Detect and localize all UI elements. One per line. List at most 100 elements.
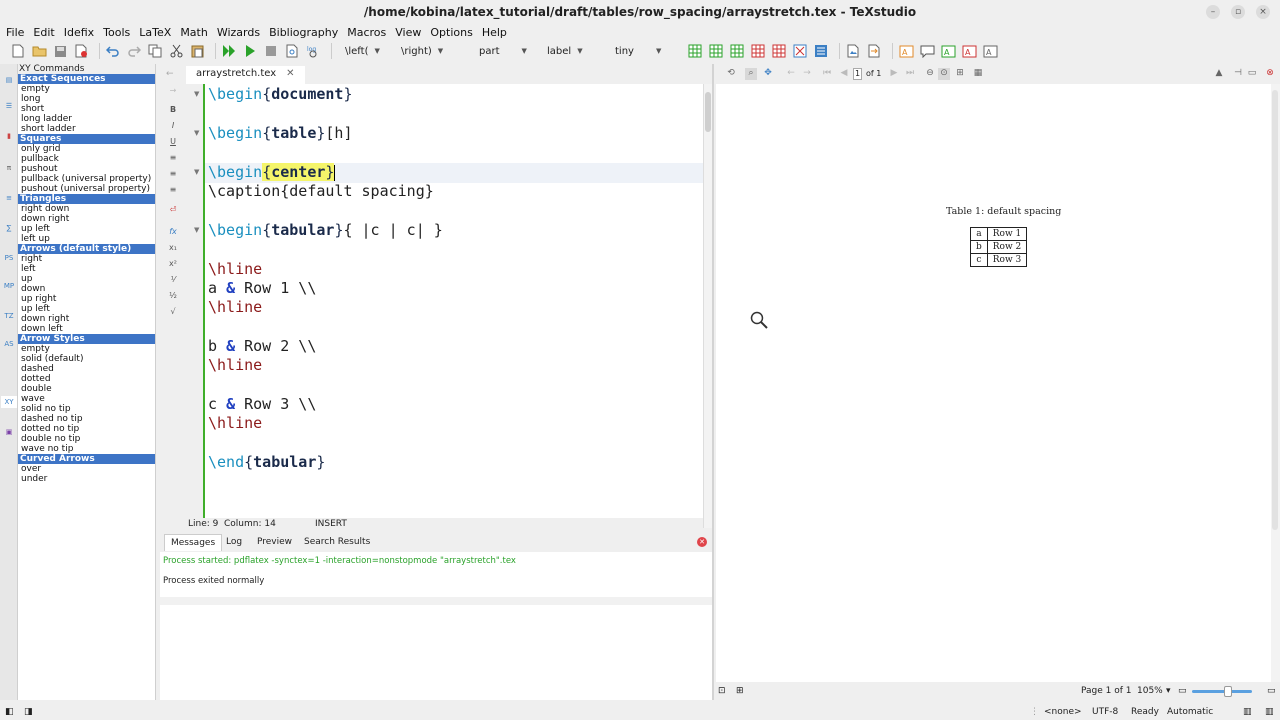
- structure-icon[interactable]: ▤: [1, 74, 17, 86]
- italic-icon[interactable]: I: [166, 121, 180, 133]
- fold-marker-icon[interactable]: ▼: [194, 226, 199, 234]
- minimize-icon[interactable]: –: [1206, 5, 1220, 19]
- magnifier-icon[interactable]: ⌕: [745, 68, 757, 80]
- process-exited-message[interactable]: Process exited normally: [163, 576, 264, 586]
- arrow-right-icon[interactable]: →: [166, 86, 180, 98]
- zoom-in-small-icon[interactable]: ▭: [1267, 686, 1276, 696]
- xy-command-item[interactable]: down: [18, 284, 155, 294]
- align-center-icon[interactable]: ≡: [166, 169, 180, 181]
- menu-bibliography[interactable]: Bibliography: [269, 26, 338, 39]
- dfrac-icon[interactable]: ½: [166, 291, 180, 303]
- code-editor[interactable]: \begin{document} \begin{table}[h] \begin…: [203, 84, 705, 518]
- xy-command-item[interactable]: pullback (universal property): [18, 174, 155, 184]
- xy-command-item[interactable]: up right: [18, 294, 155, 304]
- xy-command-item[interactable]: down right: [18, 314, 155, 324]
- menu-math[interactable]: Math: [180, 26, 208, 39]
- menu-wizards[interactable]: Wizards: [217, 26, 260, 39]
- comment-icon[interactable]: [919, 43, 935, 59]
- bookmark-icon[interactable]: ▮: [1, 130, 17, 142]
- xy-command-item[interactable]: wave no tip: [18, 444, 155, 454]
- xy-command-item[interactable]: long: [18, 94, 155, 104]
- zoom-out-small-icon[interactable]: ▭: [1178, 686, 1187, 696]
- stop-icon[interactable]: [263, 43, 279, 59]
- xy-command-item[interactable]: up left: [18, 224, 155, 234]
- xy-tab-icon[interactable]: XY: [1, 396, 17, 408]
- xy-command-item[interactable]: double no tip: [18, 434, 155, 444]
- close-window-icon[interactable]: ×: [1256, 5, 1270, 19]
- toggle-structure-icon[interactable]: ◧: [5, 707, 14, 717]
- menu-idefix[interactable]: Idefix: [64, 26, 94, 39]
- status-icon[interactable]: ▥: [1265, 707, 1274, 717]
- tab-messages[interactable]: Messages: [164, 534, 223, 551]
- maximize-icon[interactable]: ▫: [1231, 5, 1245, 19]
- xy-command-item[interactable]: up left: [18, 304, 155, 314]
- paste-icon[interactable]: [189, 43, 205, 59]
- tab-arraystretch[interactable]: arraystretch.tex ✕: [186, 66, 305, 84]
- spellcheck-icon[interactable]: ⋮: [1030, 707, 1039, 717]
- xy-command-item[interactable]: over: [18, 464, 155, 474]
- xy-command-item[interactable]: solid (default): [18, 354, 155, 364]
- first-page-icon[interactable]: ⏮: [821, 68, 833, 80]
- underline-icon[interactable]: U: [166, 137, 180, 149]
- pdf-sync-icon[interactable]: ⟲: [725, 68, 737, 80]
- textbox-green-icon[interactable]: A: [940, 43, 956, 59]
- xy-command-item[interactable]: under: [18, 474, 155, 484]
- xy-command-item[interactable]: dotted: [18, 374, 155, 384]
- mp-tab-icon[interactable]: MP: [1, 280, 17, 292]
- view-pdf-icon[interactable]: [284, 43, 300, 59]
- leftright-icon[interactable]: ≡: [1, 192, 17, 204]
- open-file-icon[interactable]: [31, 43, 47, 59]
- pdf-sidebar-icon[interactable]: ⊡: [718, 686, 726, 696]
- text-box-icon[interactable]: A: [898, 43, 914, 59]
- tab-scroll-left-icon[interactable]: ←: [166, 69, 174, 79]
- messages-scrollbar[interactable]: [160, 597, 712, 605]
- grid-view-icon[interactable]: ▦: [972, 68, 984, 80]
- zoom-out-icon[interactable]: ⊖: [924, 68, 936, 80]
- xy-command-item[interactable]: empty: [18, 84, 155, 94]
- insert-image-icon[interactable]: [845, 43, 861, 59]
- cut-column-icon[interactable]: [792, 43, 808, 59]
- xy-command-item[interactable]: down right: [18, 214, 155, 224]
- label-combo[interactable]: label ▼: [547, 46, 589, 57]
- xy-command-item[interactable]: only grid: [18, 144, 155, 154]
- close-tab-icon[interactable]: ✕: [286, 65, 294, 83]
- scrollbar-thumb[interactable]: [705, 92, 711, 132]
- toggle-messages-icon[interactable]: ◨: [24, 707, 33, 717]
- compile-icon[interactable]: [242, 43, 258, 59]
- xy-command-item[interactable]: short: [18, 104, 155, 114]
- section-combo[interactable]: part ▼: [479, 46, 537, 57]
- undo-icon[interactable]: [105, 43, 121, 59]
- xy-command-item[interactable]: empty: [18, 344, 155, 354]
- window-icon[interactable]: ▭: [1246, 68, 1258, 80]
- tab-preview[interactable]: Preview: [251, 534, 298, 551]
- pi-icon[interactable]: π: [1, 162, 17, 174]
- close-pdf-icon[interactable]: ⊗: [1264, 68, 1276, 80]
- remove-row-icon[interactable]: [750, 43, 766, 59]
- math-fx-icon[interactable]: fx: [166, 227, 180, 239]
- zoom-slider[interactable]: [1192, 686, 1252, 697]
- xy-command-item[interactable]: pushout (universal property): [18, 184, 155, 194]
- font-size-combo[interactable]: tiny ▼: [615, 46, 673, 57]
- copy-icon[interactable]: [147, 43, 163, 59]
- save-icon[interactable]: [52, 43, 68, 59]
- xy-command-item[interactable]: up: [18, 274, 155, 284]
- collapse-icon[interactable]: ▲: [1213, 68, 1225, 80]
- symbols-icon[interactable]: ☰: [1, 100, 17, 112]
- menu-latex[interactable]: LaTeX: [139, 26, 171, 39]
- add-column-icon[interactable]: [729, 43, 745, 59]
- close-file-icon[interactable]: [73, 43, 89, 59]
- align-left-icon[interactable]: ≡: [166, 153, 180, 165]
- xy-command-item[interactable]: left: [18, 264, 155, 274]
- menu-file[interactable]: File: [6, 26, 24, 39]
- right-delimiter-combo[interactable]: \right) ▼: [401, 46, 449, 57]
- superscript-icon[interactable]: x²: [166, 259, 180, 271]
- page-number-input[interactable]: 1: [853, 68, 862, 80]
- bold-icon[interactable]: B: [166, 105, 180, 117]
- xy-command-item[interactable]: long ladder: [18, 114, 155, 124]
- menu-view[interactable]: View: [395, 26, 421, 39]
- grammar-icon[interactable]: ▥: [1243, 707, 1252, 717]
- pdf-viewer[interactable]: [716, 84, 1271, 682]
- fold-marker-icon[interactable]: ▼: [194, 90, 199, 98]
- menu-edit[interactable]: Edit: [33, 26, 54, 39]
- add-row-icon[interactable]: [708, 43, 724, 59]
